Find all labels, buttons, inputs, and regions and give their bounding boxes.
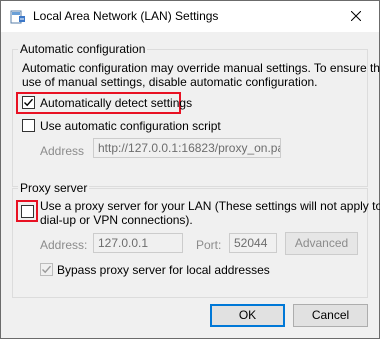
proxy-server-heading: Proxy server	[18, 181, 90, 195]
use-proxy-label-line1[interactable]: Use a proxy server for your LAN (These s…	[40, 199, 380, 213]
auto-config-description-line1: Automatic configuration may override man…	[22, 61, 380, 75]
close-button[interactable]	[333, 1, 379, 32]
proxy-address-label: Address:	[40, 238, 88, 252]
close-icon	[350, 10, 362, 24]
auto-config-description-line2: use of manual settings, disable automati…	[22, 75, 318, 89]
network-settings-icon	[10, 9, 26, 25]
dialog-content: Automatic configuration Automatic config…	[1, 32, 380, 338]
automatic-configuration-heading: Automatic configuration	[18, 42, 148, 56]
use-proxy-checkbox[interactable]	[21, 205, 34, 218]
window-title: Local Area Network (LAN) Settings	[33, 9, 219, 23]
script-address-label: Address	[40, 144, 85, 158]
script-address-input[interactable]: http://127.0.0.1:16823/proxy_on.pa	[93, 138, 281, 158]
auto-detect-label[interactable]: Automatically detect settings	[40, 96, 192, 110]
auto-detect-checkbox[interactable]	[22, 96, 35, 109]
ok-button[interactable]: OK	[210, 304, 285, 327]
bypass-local-label[interactable]: Bypass proxy server for local addresses	[57, 263, 270, 277]
title-bar[interactable]: Local Area Network (LAN) Settings	[1, 1, 379, 32]
lan-settings-dialog: Local Area Network (LAN) Settings Automa…	[0, 0, 380, 339]
use-proxy-label-line2[interactable]: dial-up or VPN connections).	[40, 213, 193, 227]
advanced-button[interactable]: Advanced	[285, 232, 358, 255]
proxy-port-label: Port:	[196, 238, 222, 252]
cancel-button[interactable]: Cancel	[293, 304, 368, 327]
auto-config-script-checkbox[interactable]	[22, 119, 35, 132]
bypass-local-checkbox[interactable]	[40, 263, 53, 276]
proxy-address-input[interactable]: 127.0.0.1	[93, 233, 183, 253]
checkmark-icon	[42, 265, 52, 274]
checkmark-icon	[24, 98, 34, 107]
proxy-port-input[interactable]: 52044	[229, 233, 277, 253]
auto-config-script-label[interactable]: Use automatic configuration script	[40, 119, 221, 133]
